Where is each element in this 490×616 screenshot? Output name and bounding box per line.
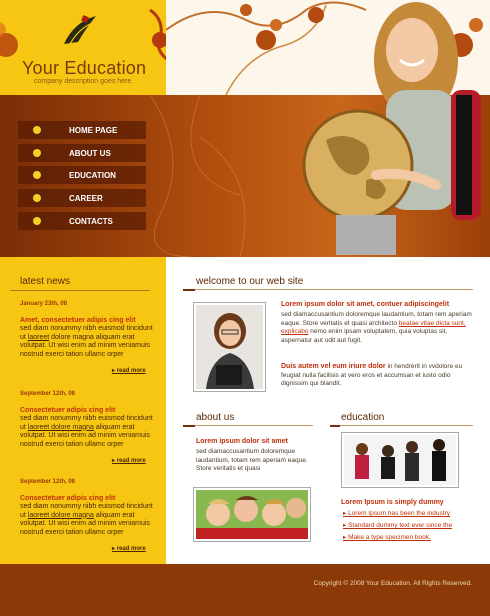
news-title[interactable]: Consectetuer adipis cing elit — [20, 494, 160, 503]
news-body: sed diam nonummy nibh euismod tincidunt … — [20, 325, 160, 359]
read-more-link[interactable]: ▸ read more — [112, 367, 146, 374]
brand-subtitle: company description goes here — [34, 78, 132, 85]
children-group-image — [196, 490, 308, 539]
about-photo — [193, 487, 311, 542]
nav-home-page[interactable]: HOME PAGE — [18, 121, 146, 139]
news-body: sed diam nonummy nibh euismod tincidunt … — [20, 503, 160, 537]
divider — [340, 425, 473, 426]
nav-label: CAREER — [69, 193, 103, 203]
divider — [195, 425, 313, 426]
bullet-dot-icon — [33, 171, 41, 179]
nav-label: HOME PAGE — [69, 125, 118, 135]
bullet-dot-icon — [33, 126, 41, 134]
copyright-text: Copyright © 2008 Your Education. All Rig… — [313, 580, 472, 587]
about-title: Lorem ipsum dolor sit amet — [196, 438, 288, 445]
heading-accent-bar — [183, 289, 195, 291]
list-item[interactable]: ▸ Make a type specimen book. — [343, 532, 473, 544]
education-list: ▸ Lorem Ipsum has been the industry ▸ St… — [343, 508, 473, 544]
news-date: January 23th, 08 — [20, 301, 68, 307]
news-date: September 12th, 08 — [20, 479, 76, 485]
news-body: sed diam nonummy nibh euismod tincidunt … — [20, 415, 160, 449]
news-link[interactable]: laoreet dolore magna — [28, 424, 94, 431]
news-link[interactable]: laoreet dolore magna — [28, 512, 94, 519]
divider — [195, 289, 473, 290]
businesswoman-image — [196, 305, 263, 389]
welcome-body: sed diamaccusantium doloremque laudantiu… — [281, 311, 473, 345]
list-item-label: Make a type specimen book. — [348, 534, 431, 541]
list-item[interactable]: ▸ Lorem Ipsum has been the industry — [343, 508, 473, 520]
welcome-body-2: Duis autem vel eum iriure dolor in hendr… — [281, 362, 473, 389]
heading-accent-bar — [330, 425, 340, 427]
read-more-label: read more — [116, 368, 146, 374]
read-more-link[interactable]: ▸ read more — [112, 545, 146, 552]
nav-label: CONTACTS — [69, 216, 113, 226]
read-more-link[interactable]: ▸ read more — [112, 457, 146, 464]
footer — [0, 564, 490, 616]
nav-education[interactable]: EDUCATION — [18, 166, 146, 184]
list-item[interactable]: ▸ Standard dummy text ever since the — [343, 520, 473, 532]
nav-label: ABOUT US — [69, 148, 111, 158]
brand-title[interactable]: Your Education — [22, 58, 146, 79]
welcome-subtitle: Duis autem vel eum iriure dolor — [281, 363, 386, 370]
students-group-image — [344, 435, 456, 485]
nav-contacts[interactable]: CONTACTS — [18, 212, 146, 230]
list-item-label: Lorem Ipsum has been the industry — [348, 510, 450, 517]
news-link[interactable]: laoreet — [28, 334, 49, 341]
welcome-title: Lorem ipsum dolor sit amet, contuer adip… — [281, 301, 450, 308]
news-date: September 12th, 08 — [20, 391, 76, 397]
logo-mark-icon — [64, 15, 96, 45]
nav-label: EDUCATION — [69, 170, 116, 180]
student-with-globe-image — [302, 2, 481, 255]
divider — [10, 290, 150, 291]
list-item-label: Standard dummy text ever since the — [348, 522, 453, 529]
bullet-dot-icon — [33, 217, 41, 225]
bullet-dot-icon — [33, 194, 41, 202]
read-more-label: read more — [116, 546, 146, 552]
education-heading: education — [341, 412, 385, 423]
news-title[interactable]: Consectetuer adipis cing elit — [20, 406, 160, 415]
latest-news-heading: latest news — [20, 276, 71, 287]
about-body: sed diamaccusantium doloremque laudantiu… — [196, 448, 308, 472]
about-heading: about us — [196, 412, 235, 423]
read-more-label: read more — [116, 458, 146, 464]
education-photo — [341, 432, 459, 488]
welcome-photo — [193, 302, 266, 392]
bullet-dot-icon — [33, 149, 41, 157]
news-title[interactable]: Amet, consectetuer adipis cing elit — [20, 316, 160, 325]
heading-accent-bar — [183, 425, 195, 427]
welcome-heading: welcome to our web site — [196, 276, 304, 287]
education-title: Lorem Ipsum is simply dummy — [341, 499, 444, 506]
nav-about-us[interactable]: ABOUT US — [18, 144, 146, 162]
nav-career[interactable]: CAREER — [18, 189, 146, 207]
